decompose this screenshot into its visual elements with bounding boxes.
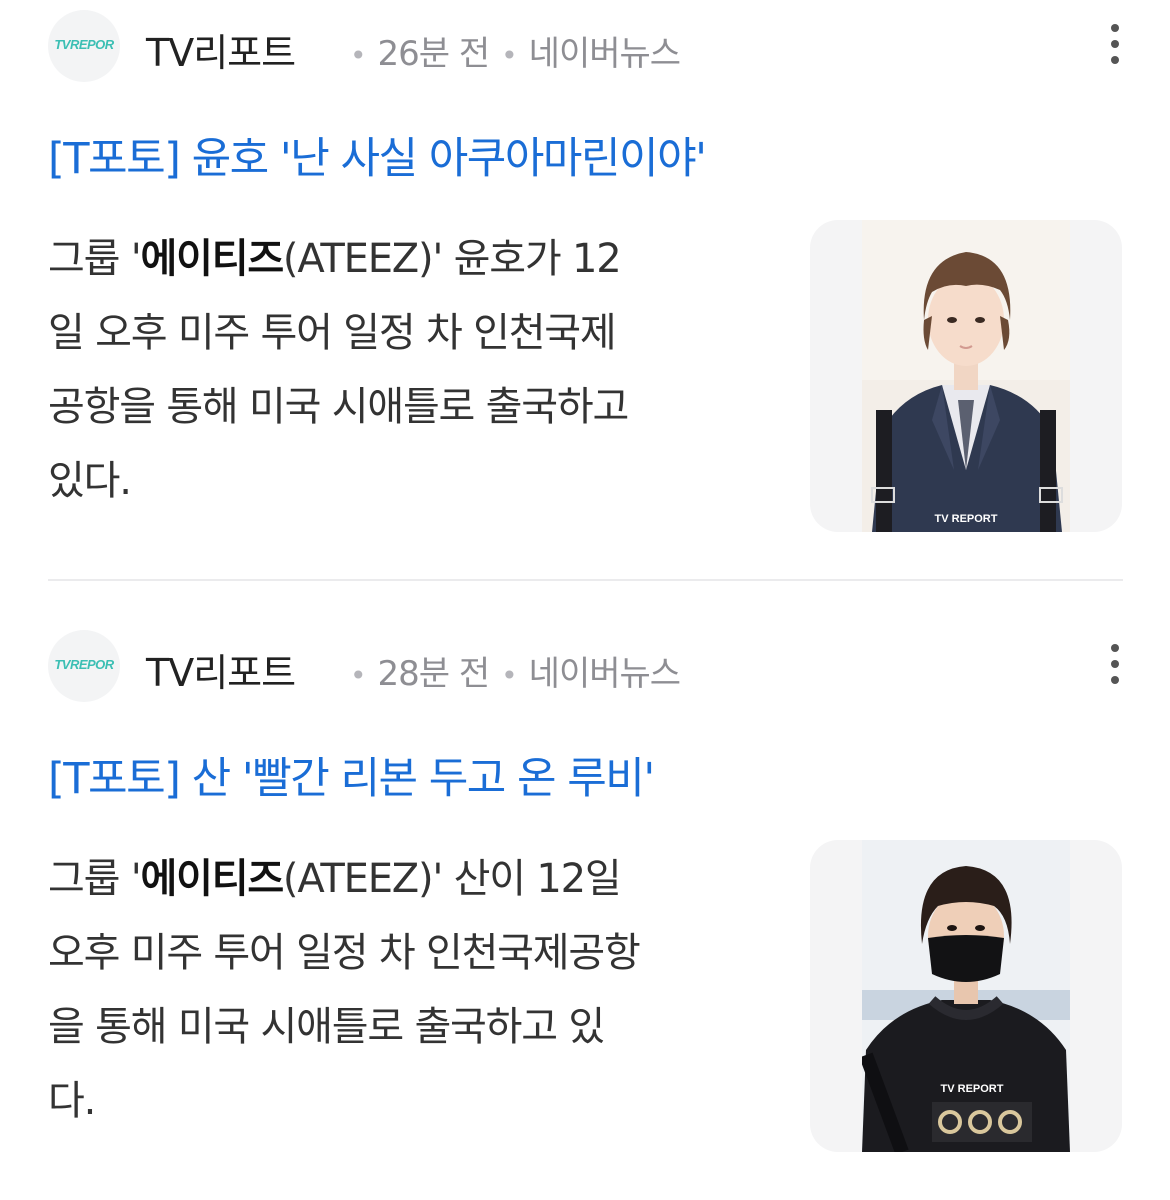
source-name[interactable]: TV리포트	[146, 642, 296, 697]
thumbnail-watermark: TV REPORT	[935, 513, 998, 525]
news-article-card[interactable]: TVREPOR TV리포트 • 26분 전 • 네이버뉴스 [T포토] 윤호 '난 사…	[0, 0, 1170, 580]
article-thumbnail[interactable]: TV REPORT	[810, 220, 1122, 532]
publish-time: 28분 전	[377, 654, 491, 694]
platform-name: 네이버뉴스	[528, 34, 681, 74]
thumbnail-photo: TV REPORT	[862, 220, 1070, 532]
article-thumbnail[interactable]: TV REPORT	[810, 840, 1122, 1152]
article-meta: • 26분 전 • 네이버뉴스	[338, 26, 681, 75]
article-divider	[48, 579, 1123, 581]
summary-line: 공항을 통해 미국 시애틀로 출국하고	[48, 384, 629, 430]
summary-line: 오후 미주 투어 일정 차 인천국제공항	[48, 930, 641, 976]
source-logo-text: TVREPOR	[54, 657, 114, 672]
thumbnail-photo: TV REPORT	[862, 840, 1070, 1152]
group-name-bold: 에이티즈	[140, 236, 285, 282]
source-logo-text: TVREPOR	[54, 37, 114, 52]
more-options-icon[interactable]	[1107, 24, 1123, 72]
summary-line: 그룹 '에이티즈(ATEEZ)' 윤호가 12	[48, 236, 622, 282]
source-logo[interactable]: TVREPOR	[48, 10, 120, 82]
summary-line: 일 오후 미주 투어 일정 차 인천국제	[48, 310, 617, 356]
source-row: TVREPOR TV리포트 • 26분 전 • 네이버뉴스	[48, 10, 1123, 82]
article-summary[interactable]: 그룹 '에이티즈(ATEEZ)' 윤호가 12 일 오후 미주 투어 일정 차 …	[48, 222, 768, 518]
more-options-icon[interactable]	[1107, 644, 1123, 692]
summary-line: 그룹 '에이티즈(ATEEZ)' 산이 12일	[48, 856, 622, 902]
thumbnail-watermark: TV REPORT	[941, 1083, 1004, 1095]
publish-time: 26분 전	[377, 34, 491, 74]
article-headline[interactable]: [T포토] 윤호 '난 사실 아쿠아마린이야'	[48, 124, 707, 186]
platform-name: 네이버뉴스	[528, 654, 681, 694]
separator-dot: •	[350, 39, 367, 72]
separator-dot: •	[501, 39, 518, 72]
news-article-card[interactable]: TVREPOR TV리포트 • 28분 전 • 네이버뉴스 [T포토] 산 '빨간 리…	[0, 620, 1170, 1200]
summary-line: 을 통해 미국 시애틀로 출국하고 있	[48, 1004, 605, 1050]
summary-line: 있다.	[48, 458, 132, 504]
source-row: TVREPOR TV리포트 • 28분 전 • 네이버뉴스	[48, 630, 1123, 702]
article-summary[interactable]: 그룹 '에이티즈(ATEEZ)' 산이 12일 오후 미주 투어 일정 차 인천…	[48, 842, 768, 1138]
article-meta: • 28분 전 • 네이버뉴스	[338, 646, 681, 695]
source-name[interactable]: TV리포트	[146, 22, 296, 77]
group-name-bold: 에이티즈	[140, 856, 285, 902]
separator-dot: •	[501, 659, 518, 692]
article-headline[interactable]: [T포토] 산 '빨간 리본 두고 온 루비'	[48, 744, 655, 806]
separator-dot: •	[350, 659, 367, 692]
summary-line: 다.	[48, 1078, 96, 1124]
source-logo[interactable]: TVREPOR	[48, 630, 120, 702]
